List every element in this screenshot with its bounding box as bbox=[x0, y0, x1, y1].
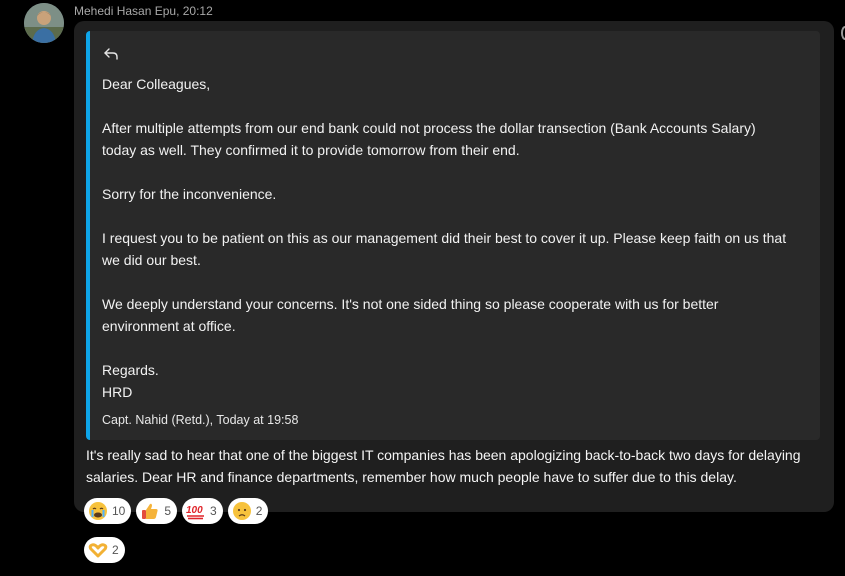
quote-paragraph: After multiple attempts from our end ban… bbox=[102, 120, 756, 158]
quote-author-time: Capt. Nahid (Retd.), Today at 19:58 bbox=[102, 413, 299, 427]
reaction-count: 10 bbox=[112, 504, 126, 518]
thumbs-up-icon bbox=[142, 503, 158, 519]
quote-paragraph: Sorry for the inconvenience. bbox=[102, 186, 277, 202]
quote-accent-bar bbox=[86, 31, 90, 440]
quote-paragraph: I request you to be patient on this as o… bbox=[102, 230, 787, 268]
message-header: Mehedi Hasan Epu, 20:12 bbox=[74, 4, 213, 18]
sad-face-icon bbox=[232, 502, 251, 520]
message-timestamp: 20:12 bbox=[182, 4, 213, 18]
reactions-row: 10 5 100 3 2 bbox=[84, 498, 269, 524]
reply-arrow-icon bbox=[104, 48, 118, 60]
crying-face-icon bbox=[89, 502, 107, 520]
reaction-count: 5 bbox=[164, 504, 172, 518]
hundred-points-icon: 100 bbox=[186, 505, 205, 520]
reactions-row-2: 2 bbox=[84, 537, 125, 563]
user-avatar-photo bbox=[24, 3, 64, 43]
reaction-count: 2 bbox=[112, 543, 119, 557]
heart-hands-icon bbox=[88, 543, 108, 558]
more-options-icon[interactable] bbox=[841, 26, 845, 40]
quote-paragraph: Regards. bbox=[102, 362, 159, 378]
reaction-count: 3 bbox=[210, 504, 217, 518]
message-text: It's really sad to hear that one of the … bbox=[86, 447, 801, 485]
reaction-heart-hands[interactable]: 2 bbox=[84, 537, 125, 563]
reaction-sad-face[interactable]: 2 bbox=[227, 498, 269, 524]
quote-paragraph: We deeply understand your concerns. It's… bbox=[102, 296, 719, 334]
header-separator: , bbox=[176, 4, 183, 18]
avatar[interactable] bbox=[24, 3, 64, 43]
quote-paragraph: HRD bbox=[102, 384, 133, 400]
reaction-hundred-points[interactable]: 100 3 bbox=[182, 498, 223, 524]
quoted-message-body: Dear Colleagues, After multiple attempts… bbox=[102, 73, 792, 403]
quoted-message[interactable]: Dear Colleagues, After multiple attempts… bbox=[86, 31, 820, 440]
svg-text:100: 100 bbox=[186, 505, 203, 516]
sender-name[interactable]: Mehedi Hasan Epu bbox=[74, 4, 176, 18]
reaction-count: 2 bbox=[255, 504, 263, 518]
reaction-thumbs-up[interactable]: 5 bbox=[136, 498, 178, 524]
quote-paragraph: Dear Colleagues, bbox=[102, 76, 211, 92]
message-bubble: Dear Colleagues, After multiple attempts… bbox=[74, 21, 834, 512]
reaction-crying-face[interactable]: 10 bbox=[84, 498, 132, 524]
